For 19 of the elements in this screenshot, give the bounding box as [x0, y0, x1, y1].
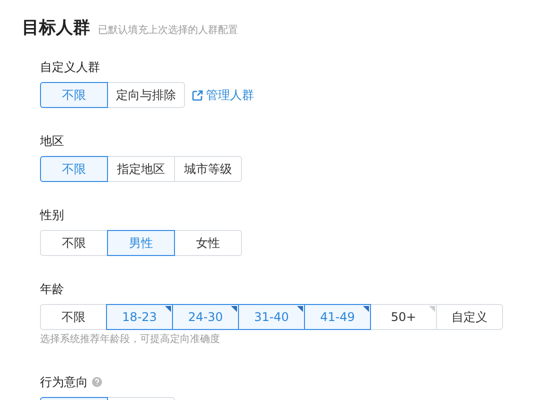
option-button[interactable]: 定向与排除: [107, 82, 185, 108]
section-title: 目标人群: [22, 17, 90, 39]
option-button[interactable]: 女性: [174, 230, 242, 256]
option-button[interactable]: 指定地区: [107, 156, 175, 182]
field-label: 行为意向: [40, 375, 88, 389]
option-button[interactable]: 不限: [40, 230, 108, 256]
manage-link[interactable]: 管理人群: [192, 86, 254, 104]
field-label: 地区: [40, 134, 64, 148]
field-label: 年龄: [40, 282, 64, 296]
field-label: 自定义人群: [40, 60, 100, 74]
option-button[interactable]: 自定义: [436, 304, 503, 330]
option-button[interactable]: 50+: [370, 304, 437, 330]
field-label: 性别: [40, 208, 64, 222]
section-subtitle: 已默认填充上次选择的人群配置: [98, 24, 238, 38]
help-icon[interactable]: [92, 377, 102, 387]
external-link-icon: [192, 90, 203, 100]
hint-text: 选择系统推荐年龄段，可提高定向准确度: [40, 334, 221, 346]
option-button[interactable]: 不限: [40, 304, 107, 330]
option-button[interactable]: 城市等级: [174, 156, 242, 182]
